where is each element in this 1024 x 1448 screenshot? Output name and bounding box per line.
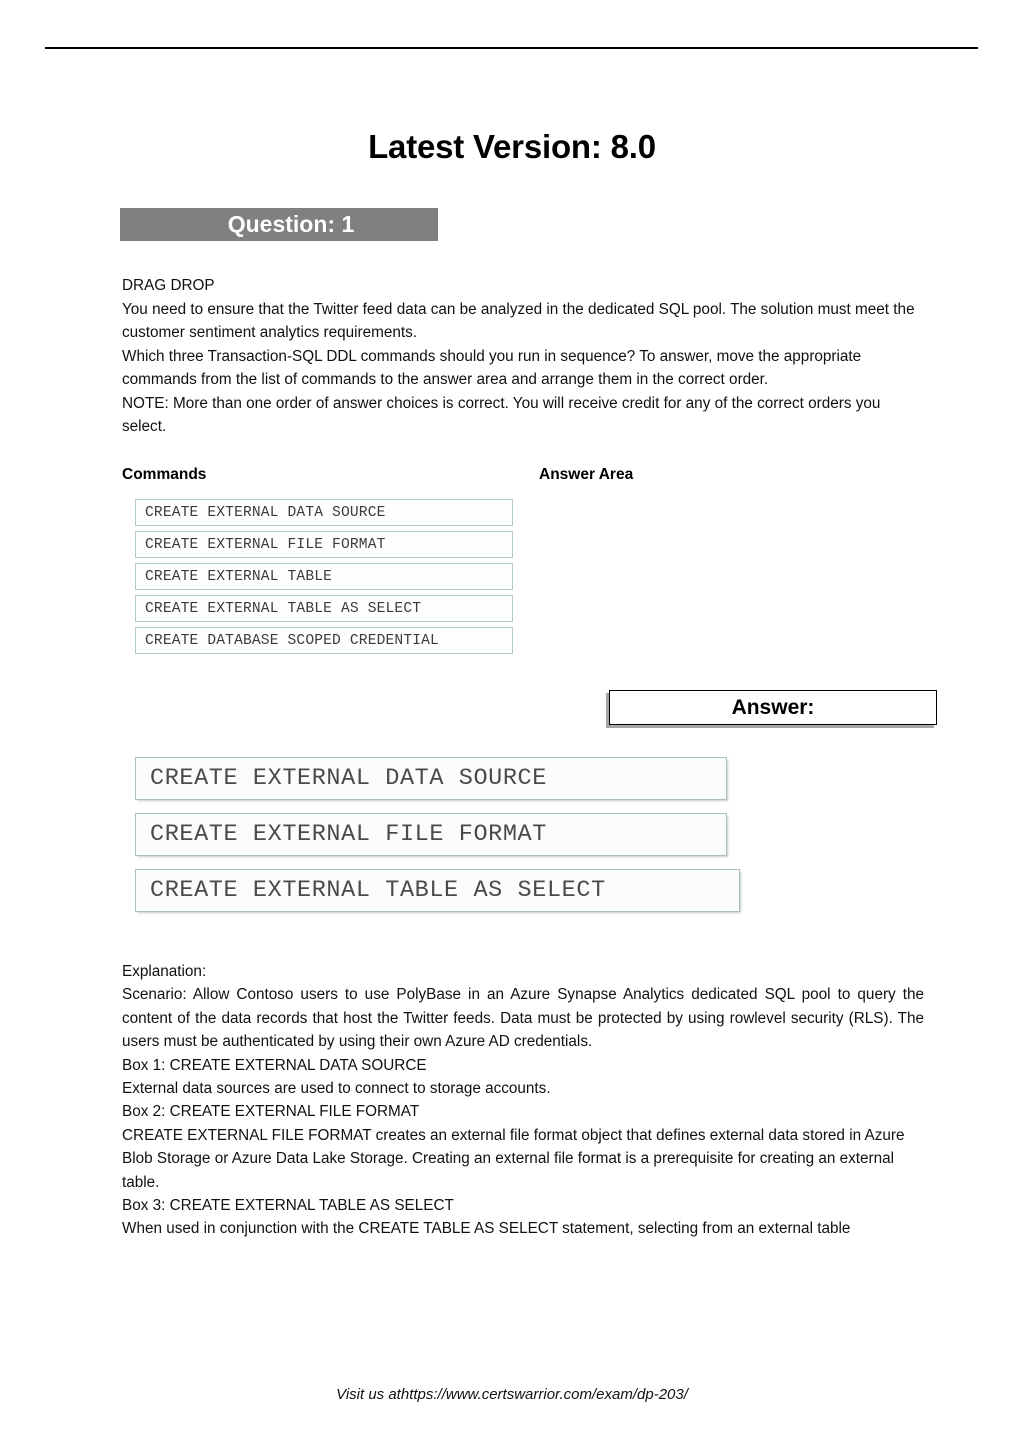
command-option[interactable]: CREATE EXTERNAL TABLE: [135, 563, 513, 590]
command-option[interactable]: CREATE DATABASE SCOPED CREDENTIAL: [135, 627, 513, 654]
question-note: NOTE: More than one order of answer choi…: [122, 394, 881, 436]
answer-box-3: CREATE EXTERNAL TABLE AS SELECT: [135, 869, 740, 912]
explanation-box3-title: Box 3: CREATE EXTERNAL TABLE AS SELECT: [122, 1197, 454, 1215]
question-line-2: Which three Transaction-SQL DDL commands…: [122, 347, 862, 389]
command-option[interactable]: CREATE EXTERNAL TABLE AS SELECT: [135, 595, 513, 622]
command-option[interactable]: CREATE EXTERNAL DATA SOURCE: [135, 499, 513, 526]
page-title: Latest Version: 8.0: [368, 128, 656, 165]
command-option[interactable]: CREATE EXTERNAL FILE FORMAT: [135, 531, 513, 558]
explanation-box2-text: CREATE EXTERNAL FILE FORMAT creates an e…: [122, 1126, 905, 1191]
answer-area-column-label: Answer Area: [539, 466, 634, 483]
explanation-section: Explanation: Scenario: Allow Contoso use…: [122, 960, 924, 1241]
explanation-box3-text: When used in conjunction with the CREATE…: [122, 1220, 851, 1238]
explanation-heading: Explanation:: [122, 963, 207, 980]
commands-column-label: Commands: [122, 466, 207, 483]
answer-label-box: Answer:: [609, 690, 937, 725]
answer-screenshot: CREATE EXTERNAL DATA SOURCE CREATE EXTER…: [130, 755, 748, 927]
explanation-box2-title: Box 2: CREATE EXTERNAL FILE FORMAT: [122, 1103, 420, 1121]
question-line-1: You need to ensure that the Twitter feed…: [122, 300, 915, 342]
question-banner-label: Question: 1: [227, 211, 355, 237]
explanation-box1-text: External data sources are used to connec…: [122, 1080, 551, 1098]
commands-list: CREATE EXTERNAL DATA SOURCE CREATE EXTER…: [135, 499, 513, 659]
answer-label: Answer:: [731, 695, 815, 719]
exam-pdf-page: Latest Version: 8.0 Question: 1 DRAG DRO…: [0, 0, 1024, 1448]
answer-box-2: CREATE EXTERNAL FILE FORMAT: [135, 813, 727, 856]
answer-box-1: CREATE EXTERNAL DATA SOURCE: [135, 757, 727, 800]
header-divider: [45, 47, 978, 49]
explanation-scenario: Scenario: Allow Contoso users to use Pol…: [122, 986, 924, 1051]
question-type-label: DRAG DROP: [122, 277, 215, 294]
question-body: DRAG DROP You need to ensure that the Tw…: [122, 274, 922, 439]
explanation-box1-title: Box 1: CREATE EXTERNAL DATA SOURCE: [122, 1056, 427, 1074]
footer-link[interactable]: Visit us athttps://www.certswarrior.com/…: [0, 1386, 1024, 1403]
question-banner: Question: 1: [120, 208, 438, 241]
